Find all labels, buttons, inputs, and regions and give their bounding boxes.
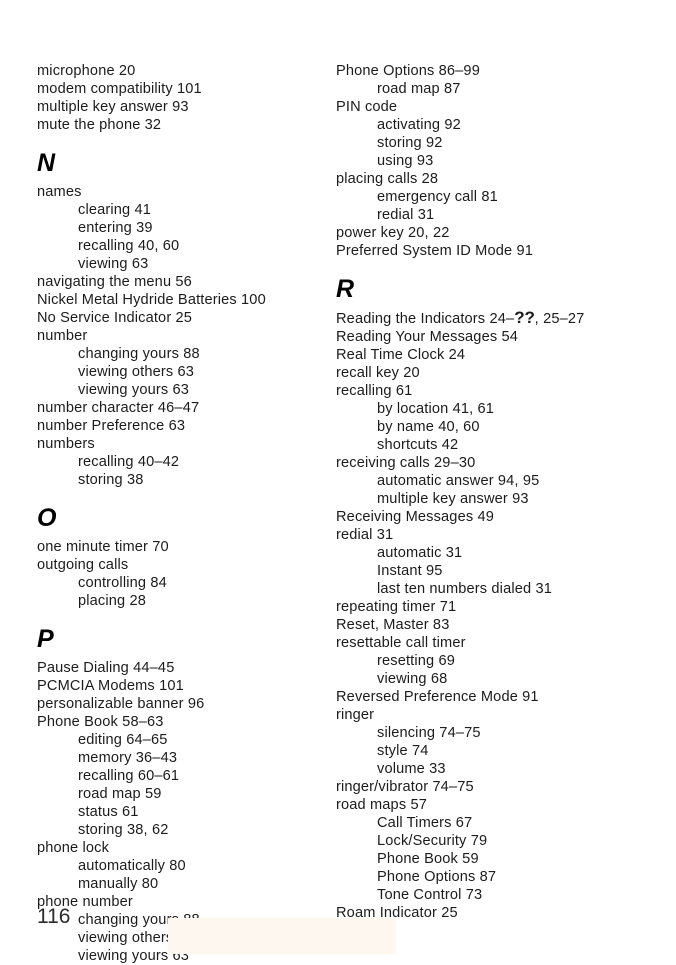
index-entry: Reversed Preference Mode 91 (336, 689, 539, 705)
index-page: microphone 20 modem compatibility 101 mult… (0, 0, 676, 964)
index-entry: personalizable banner 96 (37, 696, 205, 712)
index-subentry: resetting 69 (377, 653, 456, 669)
index-subentry: automatic answer 94, 95 (377, 473, 540, 489)
index-entry: number (37, 328, 88, 344)
index-subentry: multiple key answer 93 (377, 491, 529, 507)
index-entry: multiple key answer 93 (37, 99, 189, 115)
index-entry: Reading Your Messages 54 (336, 329, 518, 345)
bottom-bleed-block (168, 918, 396, 954)
index-entry: Reading the Indicators 24–??, 25–27 (336, 309, 636, 328)
index-entry-text: , 25–27 (534, 311, 585, 327)
index-entry: resettable call timer (336, 635, 466, 651)
index-subentry: storing 38 (78, 472, 144, 488)
index-entry: power key 20, 22 (336, 225, 450, 241)
index-entry: placing calls 28 (336, 171, 439, 187)
index-entry: numbers (37, 436, 95, 452)
index-entry: Reset, Master 83 (336, 617, 450, 633)
section-letter-r: R (336, 275, 355, 303)
index-column-left: microphone 20 modem compatibility 101 mult… (37, 62, 337, 965)
index-subentry: recalling 60–61 (78, 768, 180, 784)
index-entry: number Preference 63 (37, 418, 186, 434)
index-entry: ringer/vibrator 74–75 (336, 779, 474, 795)
index-column-right: Phone Options 86–99 road map 87 PIN code ac… (336, 62, 636, 922)
index-entry: number character 46–47 (37, 400, 200, 416)
index-subentry: last ten numbers dialed 31 (377, 581, 552, 597)
section-letter-o: O (37, 504, 57, 532)
index-entry: navigating the menu 56 (37, 274, 192, 290)
index-entry: PCMCIA Modems 101 (37, 678, 184, 694)
index-entry: road maps 57 (336, 797, 427, 813)
index-subentry: by location 41, 61 (377, 401, 495, 417)
index-subentry: controlling 84 (78, 575, 167, 591)
index-entry: No Service Indicator 25 (37, 310, 193, 326)
index-subentry: redial 31 (377, 207, 435, 223)
index-subentry: style 74 (377, 743, 429, 759)
index-subentry: automatically 80 (78, 858, 186, 874)
index-subentry: silencing 74–75 (377, 725, 481, 741)
index-subentry: placing 28 (78, 593, 146, 609)
index-subentry: manually 80 (78, 876, 159, 892)
index-entry: receiving calls 29–30 (336, 455, 476, 471)
index-subentry: road map 59 (78, 786, 162, 802)
index-subentry: viewing others 63 (78, 364, 195, 380)
index-entry: names (37, 184, 82, 200)
index-subentry: Instant 95 (377, 563, 443, 579)
index-entry: phone lock (37, 840, 110, 856)
index-subentry: viewing yours 63 (78, 382, 190, 398)
index-subentry: Tone Control 73 (377, 887, 483, 903)
index-subentry: using 93 (377, 153, 434, 169)
index-entry-text: Reading the Indicators 24– (336, 311, 515, 327)
index-subentry: storing 92 (377, 135, 443, 151)
index-subentry: emergency call 81 (377, 189, 498, 205)
index-entry: microphone 20 (37, 63, 136, 79)
index-subentry: entering 39 (78, 220, 153, 236)
index-subentry: Lock/Security 79 (377, 833, 488, 849)
index-entry: PIN code (336, 99, 398, 115)
index-subentry: status 61 (78, 804, 139, 820)
index-subentry: activating 92 (377, 117, 461, 133)
section-letter-n: N (37, 149, 56, 177)
index-subentry: road map 87 (377, 81, 461, 97)
index-entry: repeating timer 71 (336, 599, 457, 615)
index-subentry: Phone Options 87 (377, 869, 497, 885)
index-subentry: storing 38, 62 (78, 822, 169, 838)
index-entry: phone number (37, 894, 133, 910)
page-number: 116 (37, 905, 71, 928)
index-entry: Phone Book 58–63 (37, 714, 164, 730)
index-subentry: by name 40, 60 (377, 419, 480, 435)
index-subentry: memory 36–43 (78, 750, 178, 766)
index-entry: recalling 61 (336, 383, 413, 399)
section-letter-p: P (37, 625, 54, 653)
index-entry: Phone Options 86–99 (336, 63, 480, 79)
index-entry: recall key 20 (336, 365, 420, 381)
index-subentry: changing yours 88 (78, 346, 200, 362)
index-entry: Real Time Clock 24 (336, 347, 466, 363)
index-entry: modem compatibility 101 (37, 81, 202, 97)
index-subentry: recalling 40–42 (78, 454, 180, 470)
index-entry: outgoing calls (37, 557, 129, 573)
index-subentry: shortcuts 42 (377, 437, 459, 453)
index-entry: one minute timer 70 (37, 539, 169, 555)
unresolved-xref-marker: ?? (514, 308, 535, 327)
index-entry: Nickel Metal Hydride Batteries 100 (37, 292, 266, 308)
index-subentry: viewing 63 (78, 256, 149, 272)
index-entry: redial 31 (336, 527, 394, 543)
index-subentry: Call Timers 67 (377, 815, 473, 831)
index-entry: Pause Dialing 44–45 (37, 660, 175, 676)
index-entry: Receiving Messages 49 (336, 509, 495, 525)
index-subentry: editing 64–65 (78, 732, 168, 748)
index-subentry: clearing 41 (78, 202, 151, 218)
index-subentry: Phone Book 59 (377, 851, 479, 867)
index-entry: ringer (336, 707, 375, 723)
index-subentry: automatic 31 (377, 545, 463, 561)
index-subentry: recalling 40, 60 (78, 238, 180, 254)
index-entry: mute the phone 32 (37, 117, 162, 133)
index-subentry: viewing 68 (377, 671, 448, 687)
index-entry: Preferred System ID Mode 91 (336, 243, 533, 259)
index-subentry: volume 33 (377, 761, 446, 777)
